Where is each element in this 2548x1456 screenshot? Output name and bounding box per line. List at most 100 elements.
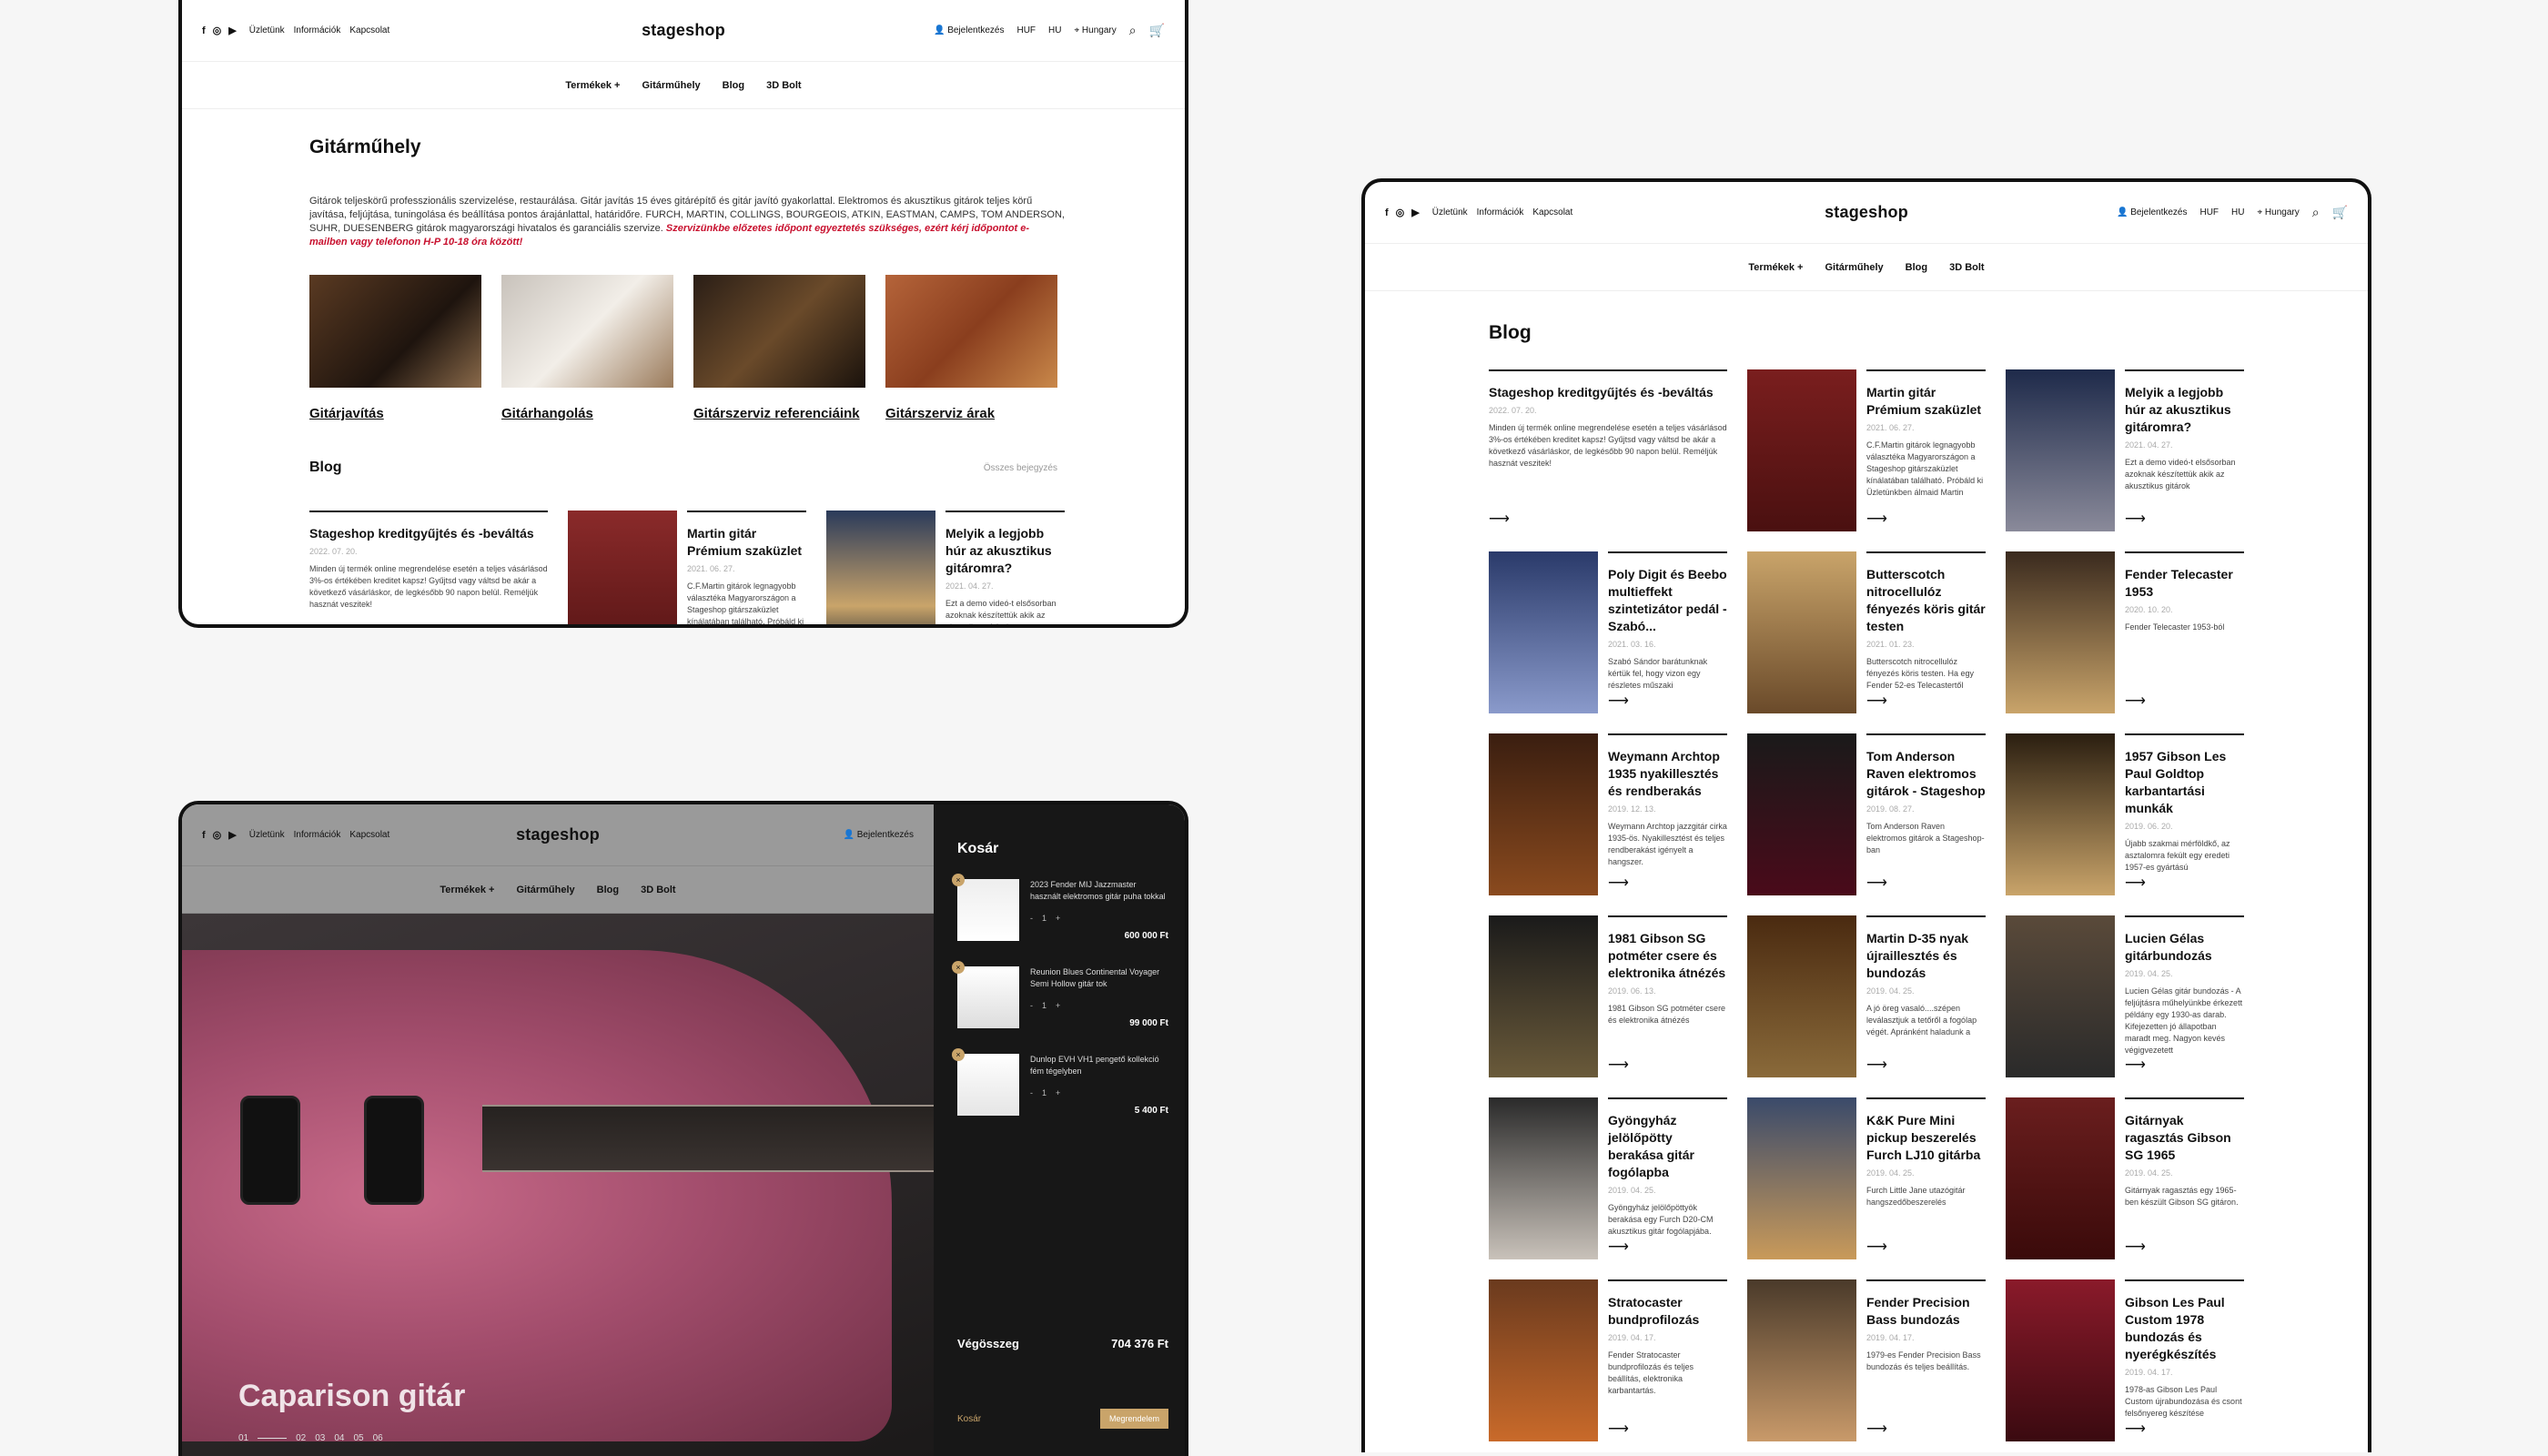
service-card-tuning[interactable]: Gitárhangolás	[501, 275, 673, 421]
read-more-arrow-icon[interactable]: ⟶	[1866, 510, 1887, 528]
login-link[interactable]: 👤 Bejelentkezés	[934, 25, 1005, 35]
pager-item[interactable]: 02	[296, 1433, 306, 1443]
login-link[interactable]: 👤 Bejelentkezés	[844, 830, 915, 840]
instagram-icon[interactable]: ◎	[1396, 207, 1405, 218]
blog-card[interactable]: Stageshop kreditgyűjtés és -beváltás 2022…	[1489, 369, 1727, 531]
read-more-arrow-icon[interactable]: ⟶	[1608, 874, 1629, 892]
facebook-icon[interactable]: f	[202, 830, 206, 841]
read-more-arrow-icon[interactable]: ⟶	[1866, 692, 1887, 710]
remove-item-icon[interactable]: ×	[952, 1048, 965, 1061]
qty-plus-button[interactable]: +	[1056, 1088, 1060, 1097]
blog-card[interactable]: Stageshop kreditgyűjtés és -beváltás 2022…	[309, 511, 548, 624]
nav-3d-store[interactable]: 3D Bolt	[1949, 262, 1985, 273]
blog-card[interactable]: Martin D-35 nyak újraillesztés és bundoz…	[1747, 915, 1986, 1077]
nav-workshop[interactable]: Gitárműhely	[642, 80, 700, 91]
toplink-info[interactable]: Információk	[294, 25, 341, 35]
blog-card[interactable]: Tom Anderson Raven elektromos gitárok - …	[1747, 733, 1986, 895]
read-more-arrow-icon[interactable]: ⟶	[2125, 1056, 2146, 1074]
read-more-arrow-icon[interactable]: ⟶	[1866, 1420, 1887, 1438]
blog-card[interactable]: Melyik a legjobb húr az akusztikus gitár…	[2006, 369, 2244, 531]
blog-card[interactable]: Weymann Archtop 1935 nyakillesztés és re…	[1489, 733, 1727, 895]
remove-item-icon[interactable]: ×	[952, 874, 965, 886]
pager-item[interactable]: 01	[238, 1433, 248, 1443]
nav-products[interactable]: Termékek +	[440, 885, 494, 895]
nav-workshop[interactable]: Gitárműhely	[516, 885, 574, 895]
toplink-store[interactable]: Üzletünk	[249, 830, 285, 840]
nav-blog[interactable]: Blog	[1906, 262, 1927, 273]
nav-3d-store[interactable]: 3D Bolt	[641, 885, 676, 895]
search-icon[interactable]: ⌕	[1129, 23, 1137, 38]
nav-blog[interactable]: Blog	[597, 885, 619, 895]
qty-plus-button[interactable]: +	[1056, 914, 1060, 923]
site-logo[interactable]: stageshop	[516, 825, 600, 844]
language-selector[interactable]: HU	[1048, 25, 1061, 35]
toplink-contact[interactable]: Kapcsolat	[1532, 207, 1572, 217]
view-cart-link[interactable]: Kosár	[957, 1414, 981, 1424]
blog-card[interactable]: Martin gitár Prémium szaküzlet 2021. 06. …	[1747, 369, 1986, 531]
search-icon[interactable]: ⌕	[2312, 205, 2320, 220]
service-card-repair[interactable]: Gitárjavítás	[309, 275, 481, 421]
blog-card[interactable]: 1957 Gibson Les Paul Goldtop karbantartá…	[2006, 733, 2244, 895]
service-card-prices[interactable]: Gitárszerviz árak	[885, 275, 1057, 421]
read-more-arrow-icon[interactable]: ⟶	[1866, 874, 1887, 892]
qty-plus-button[interactable]: +	[1056, 1001, 1060, 1010]
blog-card[interactable]: Fender Precision Bass bundozás 2019. 04. …	[1747, 1279, 1986, 1441]
pager-item[interactable]: 06	[373, 1433, 383, 1443]
toplink-info[interactable]: Információk	[1477, 207, 1524, 217]
facebook-icon[interactable]: f	[202, 25, 206, 36]
instagram-icon[interactable]: ◎	[213, 25, 222, 36]
youtube-icon[interactable]: ▶	[228, 25, 236, 36]
read-more-arrow-icon[interactable]: ⟶	[1608, 1420, 1629, 1438]
cart-icon[interactable]: 🛒	[1149, 23, 1165, 38]
qty-minus-button[interactable]: -	[1030, 1088, 1033, 1097]
read-more-arrow-icon[interactable]: ⟶	[1866, 1056, 1887, 1074]
language-selector[interactable]: HU	[2231, 207, 2244, 217]
qty-minus-button[interactable]: -	[1030, 1001, 1033, 1010]
blog-card[interactable]: Butterscotch nitrocellulóz fényezés köri…	[1747, 551, 1986, 713]
country-selector[interactable]: ⌖ Hungary	[2257, 207, 2299, 217]
service-card-references[interactable]: Gitárszerviz referenciáink	[693, 275, 865, 421]
facebook-icon[interactable]: f	[1385, 207, 1389, 218]
login-link[interactable]: 👤 Bejelentkezés	[2117, 207, 2188, 217]
nav-blog[interactable]: Blog	[723, 80, 744, 91]
currency-selector[interactable]: HUF	[1016, 25, 1036, 35]
nav-workshop[interactable]: Gitárműhely	[1825, 262, 1883, 273]
read-more-arrow-icon[interactable]: ⟶	[1866, 1238, 1887, 1256]
read-more-arrow-icon[interactable]: ⟶	[1608, 692, 1629, 710]
toplink-contact[interactable]: Kapcsolat	[349, 830, 389, 840]
pager-item[interactable]: 04	[334, 1433, 344, 1443]
remove-item-icon[interactable]: ×	[952, 961, 965, 974]
blog-card[interactable]: Stratocaster bundprofilozás 2019. 04. 17.…	[1489, 1279, 1727, 1441]
blog-card[interactable]: 1981 Gibson SG potméter csere és elektro…	[1489, 915, 1727, 1077]
site-logo[interactable]: stageshop	[1825, 203, 1908, 222]
read-more-arrow-icon[interactable]: ⟶	[2125, 510, 2146, 528]
blog-card[interactable]: Melyik a legjobb húr az akusztikus gitár…	[826, 511, 1065, 624]
country-selector[interactable]: ⌖ Hungary	[1074, 25, 1116, 35]
toplink-contact[interactable]: Kapcsolat	[349, 25, 389, 35]
pager-item[interactable]: 03	[315, 1433, 325, 1443]
read-more-arrow-icon[interactable]: ⟶	[2125, 1238, 2146, 1256]
pager-item[interactable]: 05	[354, 1433, 364, 1443]
read-more-arrow-icon[interactable]: ⟶	[2125, 692, 2146, 710]
blog-card[interactable]: Gibson Les Paul Custom 1978 bundozás és …	[2006, 1279, 2244, 1441]
toplink-store[interactable]: Üzletünk	[1432, 207, 1468, 217]
blog-card[interactable]: K&K Pure Mini pickup beszerelés Furch LJ…	[1747, 1097, 1986, 1259]
nav-products[interactable]: Termékek +	[1748, 262, 1803, 273]
toplink-info[interactable]: Információk	[294, 830, 341, 840]
read-more-arrow-icon[interactable]: ⟶	[2125, 874, 2146, 892]
instagram-icon[interactable]: ◎	[213, 829, 222, 841]
blog-card[interactable]: Lucien Gélas gitárbundozás 2019. 04. 25. L…	[2006, 915, 2244, 1077]
blog-card[interactable]: Martin gitár Prémium szaküzlet 2021. 06. …	[568, 511, 806, 624]
youtube-icon[interactable]: ▶	[1411, 207, 1419, 218]
youtube-icon[interactable]: ▶	[228, 829, 236, 841]
read-more-arrow-icon[interactable]: ⟶	[1608, 1238, 1629, 1256]
currency-selector[interactable]: HUF	[2199, 207, 2219, 217]
read-more-arrow-icon[interactable]: ⟶	[2125, 1420, 2146, 1438]
cart-icon[interactable]: 🛒	[2332, 205, 2348, 220]
blog-card[interactable]: Gyöngyház jelölőpötty berakása gitár fog…	[1489, 1097, 1727, 1259]
toplink-store[interactable]: Üzletünk	[249, 25, 285, 35]
read-more-arrow-icon[interactable]: ⟶	[1608, 1056, 1629, 1074]
nav-products[interactable]: Termékek +	[565, 80, 620, 91]
blog-card[interactable]: Fender Telecaster 1953 2020. 10. 20. Fende…	[2006, 551, 2244, 713]
read-more-arrow-icon[interactable]: ⟶	[1489, 510, 1510, 528]
